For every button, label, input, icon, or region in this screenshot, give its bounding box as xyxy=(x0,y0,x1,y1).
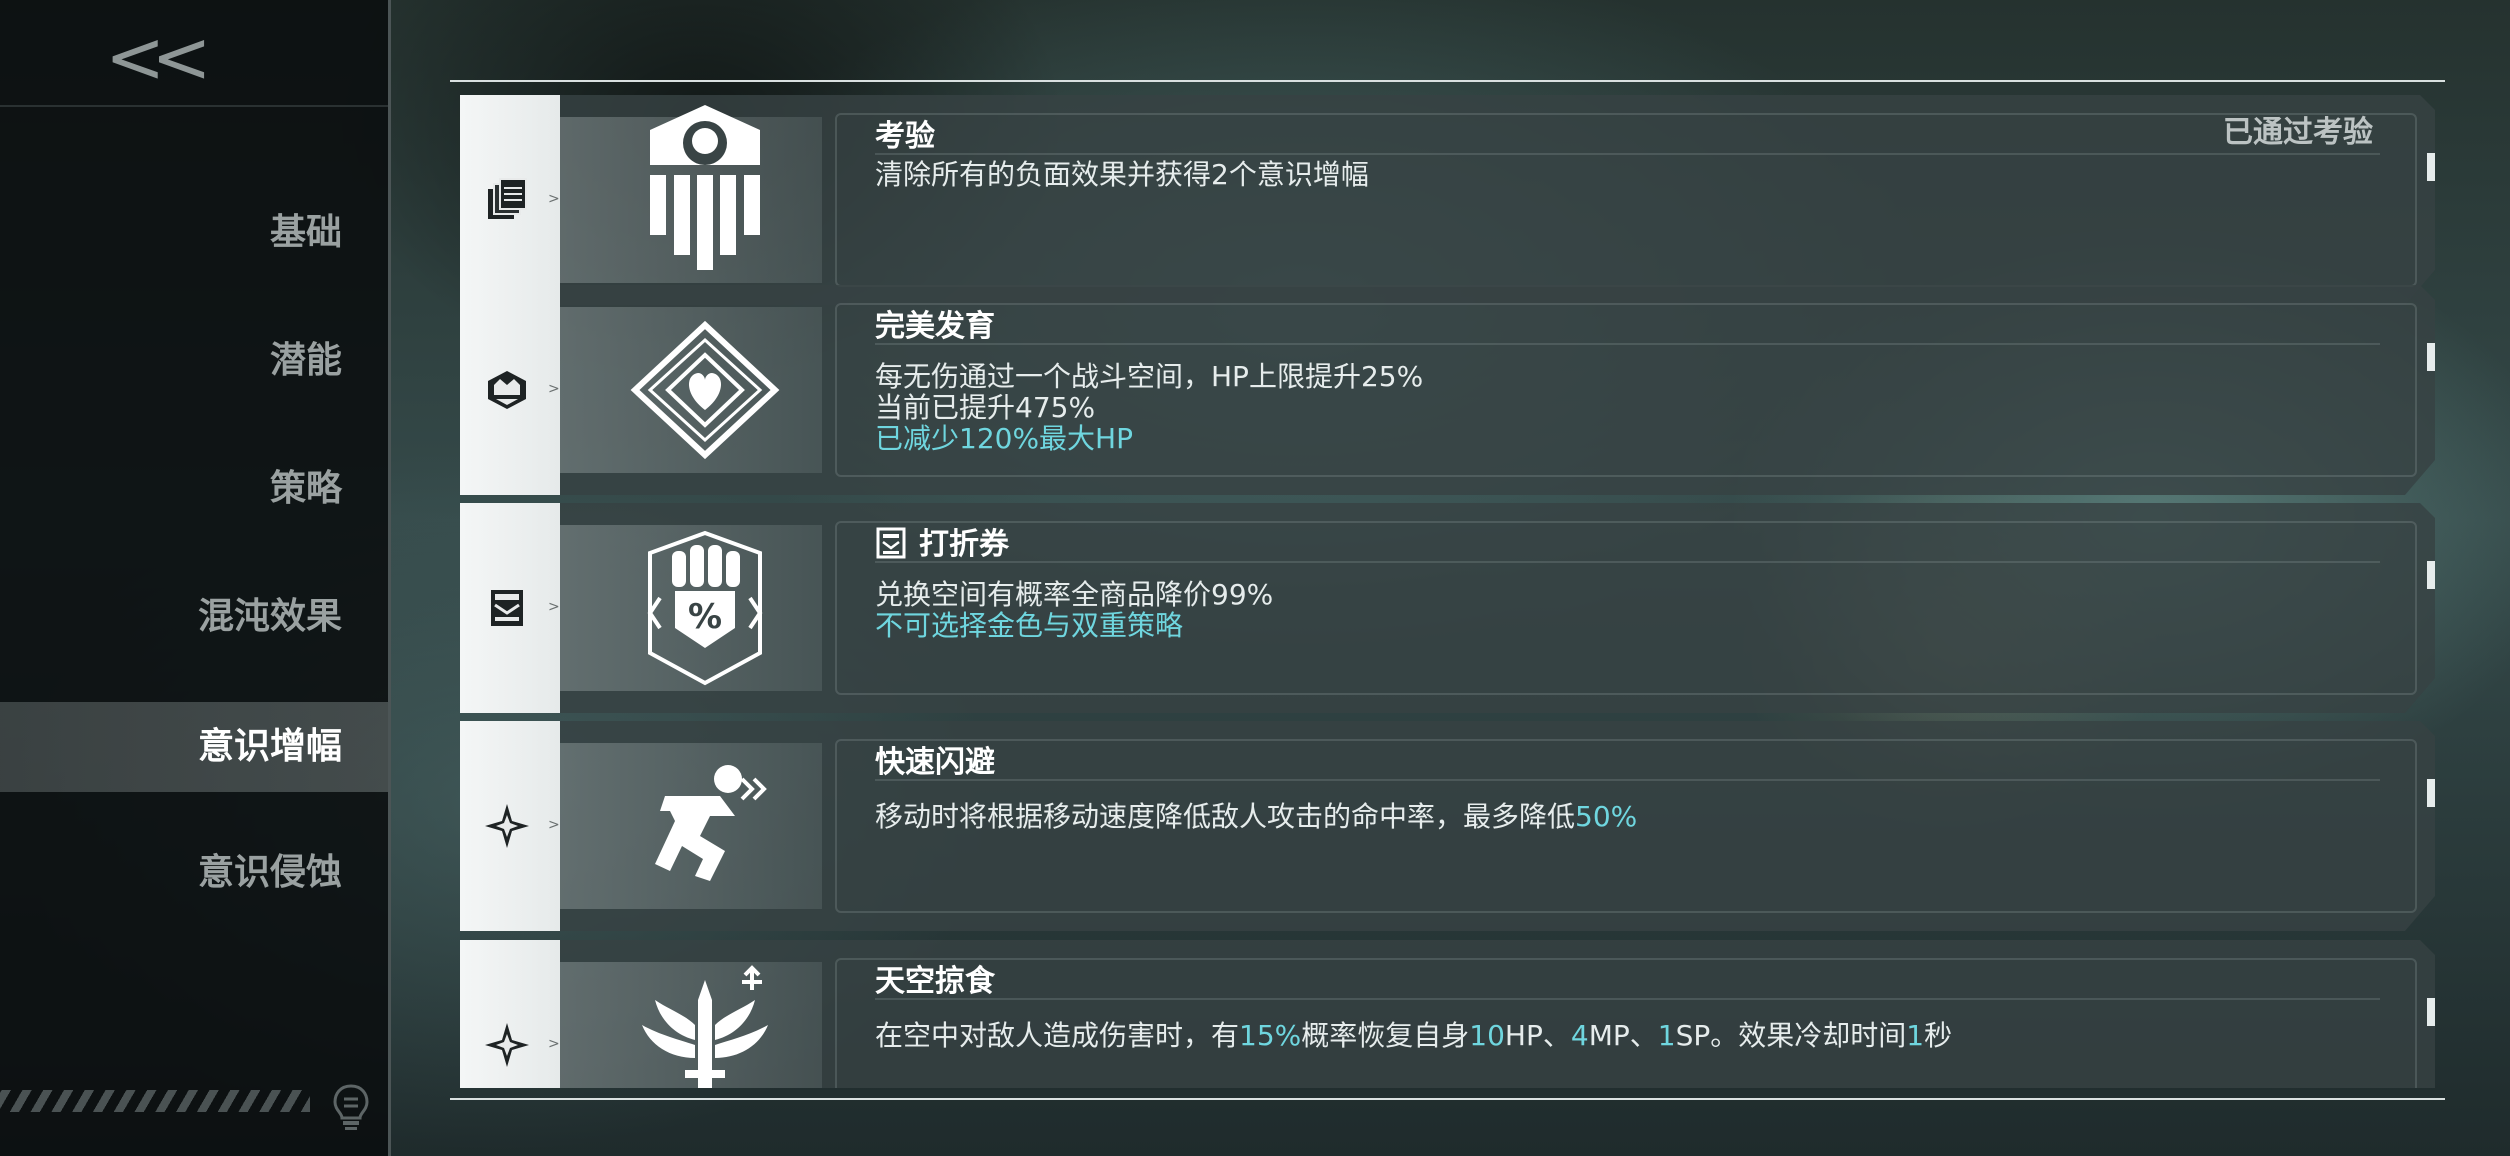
card-description-line-1: 每无伤通过一个战斗空间，HP上限提升25% xyxy=(875,360,1424,393)
hint-bulb-icon[interactable] xyxy=(330,1082,372,1130)
card-tab: > xyxy=(460,940,560,1088)
sidebar-item-basic[interactable]: 基础 xyxy=(2,188,342,278)
desc-highlight: 10 xyxy=(1469,1019,1505,1052)
svg-text:%: % xyxy=(688,597,722,637)
card-title: 天空掠食 xyxy=(875,964,995,999)
back-button[interactable]: << xyxy=(105,21,215,93)
title-divider xyxy=(875,561,2380,563)
card-title: 打折券 xyxy=(875,519,1009,563)
card-description-line-3: 已减少120%最大HP xyxy=(875,422,1133,455)
chevron-right-icon: > xyxy=(548,1036,560,1052)
panel-top-border xyxy=(450,80,2445,82)
card-notch xyxy=(2427,998,2435,1026)
panel-bottom-border xyxy=(450,1098,2445,1100)
coupon-icon xyxy=(491,590,523,626)
card-notch xyxy=(2427,779,2435,807)
chevron-right-icon: > xyxy=(548,817,560,833)
desc-text: HP、 xyxy=(1504,1019,1571,1052)
chevron-right-icon: > xyxy=(548,381,560,397)
title-divider xyxy=(875,779,2380,781)
desc-text: 概率恢复自身 xyxy=(1301,1019,1470,1052)
winged-sword-icon xyxy=(642,965,768,1088)
star-icon xyxy=(485,804,529,848)
desc-highlight: 1 xyxy=(1906,1019,1925,1052)
coupon-icon xyxy=(876,527,906,559)
sidebar: << 基础 潜能 策略 混沌效果 意识增幅 意识侵蚀 xyxy=(0,0,391,1156)
title-divider xyxy=(875,343,2380,345)
card-title: 完美发育 xyxy=(875,309,995,344)
sidebar-item-consciousness-erosion[interactable]: 意识侵蚀 xyxy=(2,828,342,918)
desc-highlight: 1 xyxy=(1657,1019,1676,1052)
card-title: 考验 xyxy=(875,119,935,154)
sidebar-item-consciousness-boost[interactable]: 意识增幅 xyxy=(0,702,388,792)
card-title-text: 打折券 xyxy=(919,527,1009,562)
card-content-frame xyxy=(835,113,2417,287)
sidebar-item-strategy[interactable]: 策略 xyxy=(2,444,342,534)
desc-highlight: 15% xyxy=(1239,1019,1302,1052)
card-description-line-2: 当前已提升475% xyxy=(875,391,1096,424)
diamond-heart-icon xyxy=(630,320,780,460)
boost-card-perfect-growth[interactable]: > 完美发育 每无伤通过一个战斗空间，HP上限提升25% 当前已提升475% 已… xyxy=(460,285,2435,495)
boost-list[interactable]: > 考验 已通过考验 清除所有的负面效果并获得2个意识增幅 > 完美发育 每无伤… xyxy=(460,90,2435,1088)
desc-text: 在空中对敌人造成伤害时，有 xyxy=(875,1019,1240,1052)
status-badge: 已通过考验 xyxy=(2223,115,2373,150)
card-tab: > xyxy=(460,503,560,713)
card-description-line-2: 不可选择金色与双重策略 xyxy=(875,609,1184,642)
boost-card-trial[interactable]: > 考验 已通过考验 清除所有的负面效果并获得2个意识增幅 xyxy=(460,95,2435,305)
dash-runner-icon xyxy=(655,765,767,881)
decorative-stripes xyxy=(0,1090,310,1112)
star-icon xyxy=(485,1023,529,1067)
card-description-line-1: 兑换空间有概率全商品降价99% xyxy=(875,578,1274,611)
chevron-right-icon: > xyxy=(548,191,560,207)
card-notch xyxy=(2427,561,2435,589)
title-divider xyxy=(875,998,2380,1000)
boost-card-discount-coupon[interactable]: > % 打折券 兑换空间有概率全商品降价99% 不可选择金色与双重策略 xyxy=(460,503,2435,713)
chevron-right-icon: > xyxy=(548,599,560,615)
crown-hex-icon xyxy=(488,371,526,409)
discount-fist-icon: % xyxy=(647,530,763,686)
eye-pillar-icon xyxy=(650,105,760,270)
card-notch xyxy=(2427,153,2435,181)
desc-text: SP。效果冷却时间 xyxy=(1675,1019,1907,1052)
desc-highlight: 4 xyxy=(1570,1019,1589,1052)
sidebar-item-chaos-effect[interactable]: 混沌效果 xyxy=(2,572,342,662)
sidebar-item-potential[interactable]: 潜能 xyxy=(2,316,342,406)
card-description: 清除所有的负面效果并获得2个意识增幅 xyxy=(875,158,1369,191)
desc-text: 移动时将根据移动速度降低敌人攻击的命中率，最多降低 xyxy=(875,800,1576,833)
desc-text: 秒 xyxy=(1924,1019,1953,1052)
card-notch xyxy=(2427,343,2435,371)
boost-card-quick-dodge[interactable]: > 快速闪避 移动时将根据移动速度降低敌人攻击的命中率，最多降低50% xyxy=(460,721,2435,931)
card-description: 在空中对敌人造成伤害时，有15%概率恢复自身10HP、4MP、1SP。效果冷却时… xyxy=(875,1020,1952,1051)
card-description: 移动时将根据移动速度降低敌人攻击的命中率，最多降低50% xyxy=(875,801,1637,832)
stack-cards-icon xyxy=(488,178,527,219)
desc-text: MP、 xyxy=(1588,1019,1658,1052)
card-tab: > xyxy=(460,721,560,931)
boost-card-sky-predator[interactable]: > 天空掠食 在空中对敌人造成伤害时，有15%概率恢复自身10HP、4MP、1S… xyxy=(460,940,2435,1088)
title-divider xyxy=(875,153,2380,155)
card-title: 快速闪避 xyxy=(875,745,995,780)
desc-highlight: 50% xyxy=(1575,800,1638,833)
card-tab: > xyxy=(460,95,560,305)
card-tab: > xyxy=(460,285,560,495)
sidebar-divider xyxy=(0,105,388,107)
